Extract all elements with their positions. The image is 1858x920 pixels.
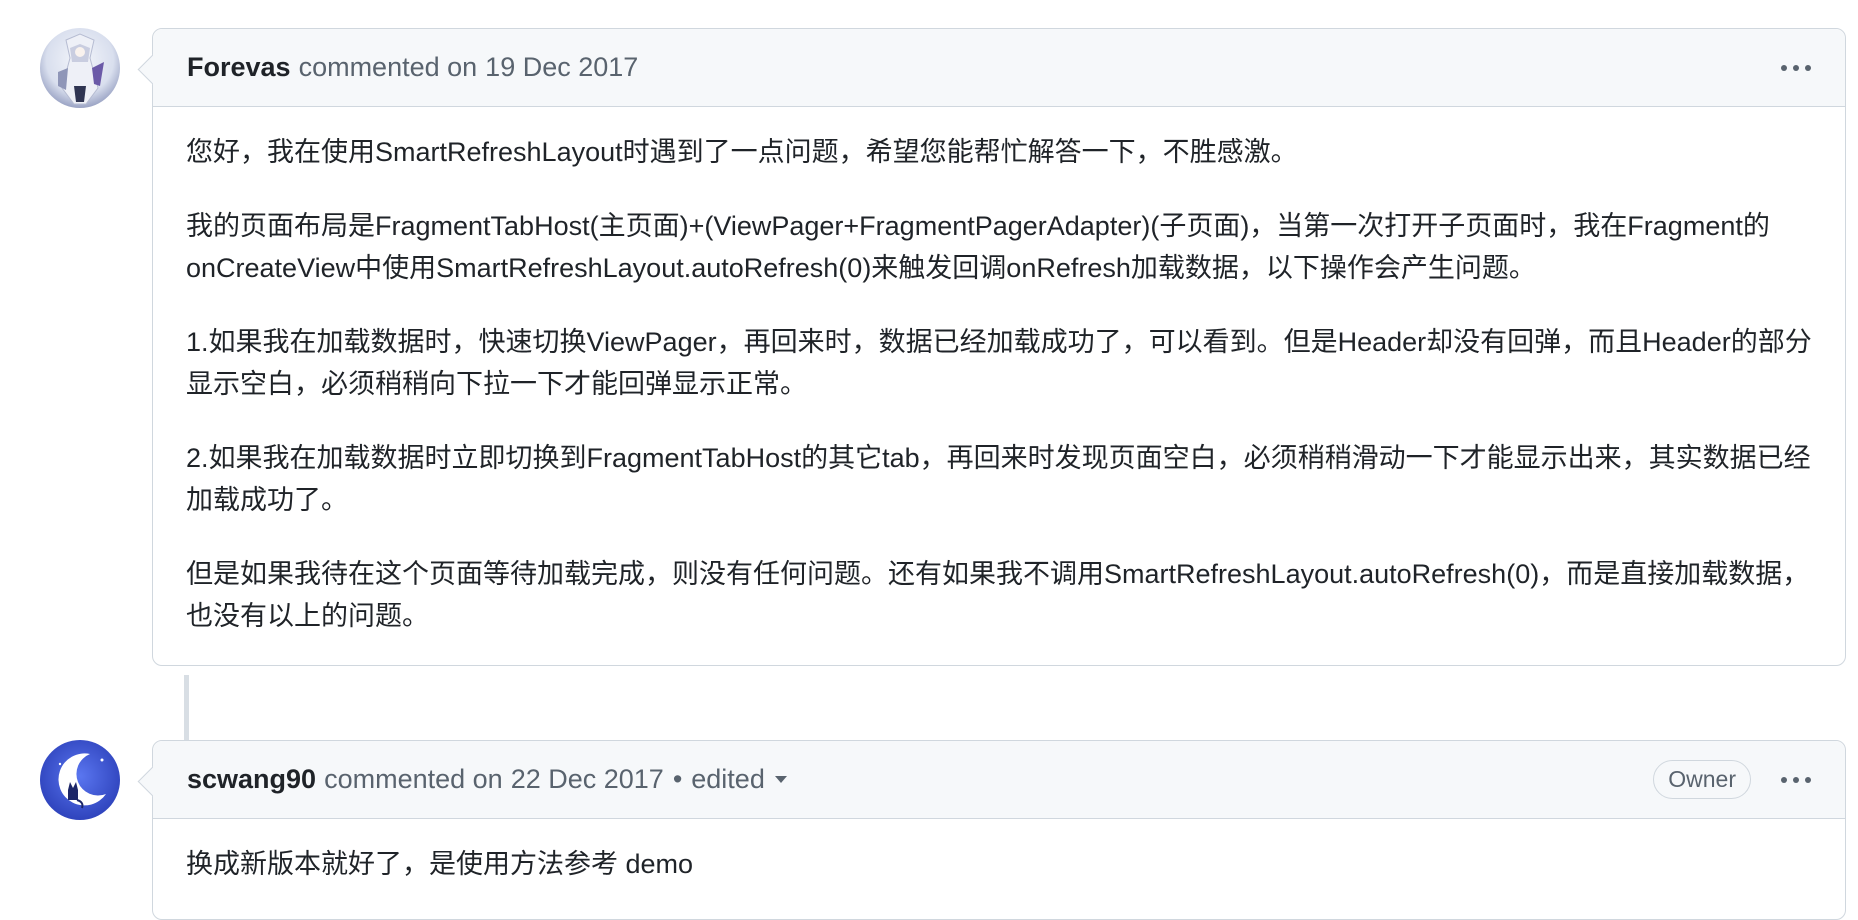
comment-paragraph: 2.如果我在加载数据时立即切换到FragmentTabHost的其它tab，再回…: [186, 443, 1811, 515]
edited-dropdown[interactable]: edited: [691, 764, 787, 795]
comment-card-2: scwang90 commented on 22 Dec 2017 • edit…: [137, 740, 1846, 920]
kebab-horizontal-icon[interactable]: [1777, 59, 1815, 77]
avatar-scwang90[interactable]: [40, 740, 120, 820]
comment-paragraph: 但是如果我待在这个页面等待加载完成，则没有任何问题。还有如果我不调用SmartR…: [186, 559, 1810, 631]
comment-paragraph: 您好，我在使用SmartRefreshLayout时遇到了一点问题，希望您能帮忙…: [186, 137, 1298, 167]
avatar-forevas[interactable]: [40, 28, 120, 108]
comment-body: 换成新版本就好了，是使用方法参考 demo: [153, 819, 1845, 913]
kebab-horizontal-icon[interactable]: [1777, 771, 1815, 789]
timeline-connector: [184, 675, 189, 740]
owner-badge: Owner: [1653, 760, 1751, 799]
comment-header: scwang90 commented on 22 Dec 2017 • edit…: [153, 741, 1845, 819]
avatar-scwang90-image: [40, 740, 120, 820]
caret-down-icon: [774, 776, 787, 783]
comment-body: 您好，我在使用SmartRefreshLayout时遇到了一点问题，希望您能帮忙…: [153, 107, 1845, 665]
separator-dot: •: [672, 764, 683, 794]
comment-paragraph: 我的页面布局是FragmentTabHost(主页面)+(ViewPager+F…: [186, 211, 1770, 283]
comment-date[interactable]: 19 Dec 2017: [485, 52, 638, 83]
edited-label: edited: [691, 764, 765, 794]
comment-card-1: Forevas commented on 19 Dec 2017 您好，我在使用…: [137, 28, 1846, 666]
comment-author[interactable]: Forevas: [187, 52, 291, 83]
avatar-forevas-image: [40, 28, 120, 108]
comment-paragraph: 换成新版本就好了，是使用方法参考 demo: [186, 849, 694, 879]
comment-action: commented on: [298, 52, 478, 82]
comment-header: Forevas commented on 19 Dec 2017: [153, 29, 1845, 107]
comment-author[interactable]: scwang90: [187, 764, 316, 795]
comment-date[interactable]: 22 Dec 2017: [511, 764, 664, 795]
comment-action: commented on: [324, 764, 503, 794]
comment-paragraph: 1.如果我在加载数据时，快速切换ViewPager，再回来时，数据已经加载成功了…: [186, 327, 1812, 399]
